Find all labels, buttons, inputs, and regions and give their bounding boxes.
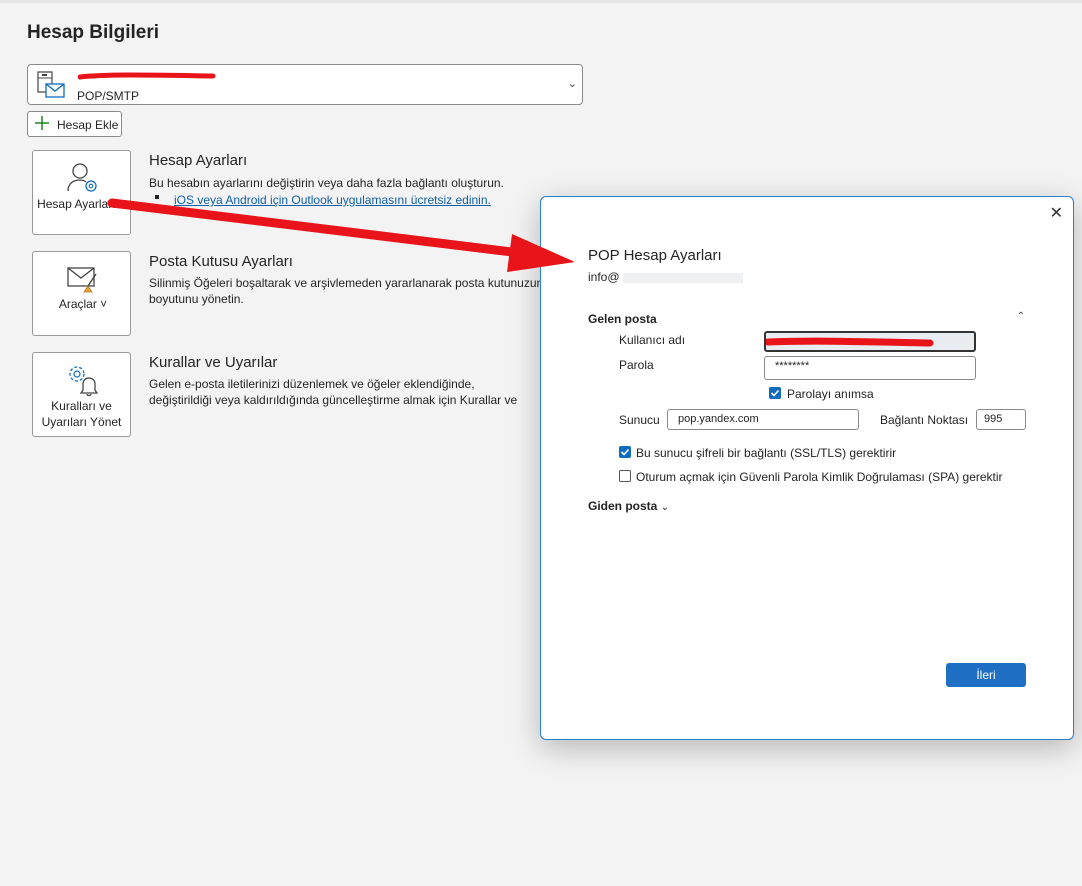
- gear-bell-icon: [69, 366, 99, 397]
- rules-alerts-title: Kurallar ve Uyarılar: [149, 354, 278, 371]
- account-name-redaction: [78, 72, 216, 80]
- rules-alerts-desc: Gelen e-posta iletilerinizi düzenlemek v…: [149, 377, 518, 407]
- port-label: Bağlantı Noktası: [880, 413, 969, 427]
- checkmark-icon: [770, 389, 780, 397]
- add-account-button[interactable]: Hesap Ekle: [27, 111, 122, 137]
- account-type: POP/SMTP: [77, 89, 140, 103]
- person-gear-icon: [67, 163, 97, 192]
- dialog-email: info@: [588, 270, 620, 284]
- pop-account-settings-dialog: ✕ POP Hesap Ayarları info@ Gelen posta ⌃…: [540, 196, 1074, 740]
- dialog-title: POP Hesap Ayarları: [588, 247, 722, 264]
- plus-icon: [35, 116, 49, 130]
- close-icon[interactable]: ✕: [1050, 203, 1063, 223]
- ssl-label: Bu sunucu şifreli bir bağlantı (SSL/TLS)…: [636, 446, 897, 460]
- checkmark-icon: [620, 448, 630, 456]
- email-blur: [623, 273, 743, 283]
- chevron-up-icon[interactable]: ⌃: [1017, 311, 1025, 322]
- username-redaction: [766, 337, 934, 347]
- mailbox-settings-title: Posta Kutusu Ayarları: [149, 253, 293, 270]
- bullet: [155, 195, 159, 199]
- account-settings-desc: Bu hesabın ayarlarını değiştirin veya da…: [149, 176, 504, 190]
- port-field[interactable]: 995: [976, 409, 1026, 430]
- tools-tile[interactable]: Araçlar ˅: [32, 251, 131, 336]
- outgoing-mail-header[interactable]: Giden posta ⌄: [588, 499, 669, 513]
- server-label: Sunucu: [619, 413, 660, 427]
- envelope-broom-icon: [67, 267, 97, 293]
- server-field[interactable]: pop.yandex.com: [667, 409, 859, 430]
- add-account-label: Hesap Ekle: [57, 118, 119, 132]
- account-card-icon: [37, 71, 65, 98]
- password-label: Parola: [619, 358, 654, 372]
- remember-password-label: Parolayı anımsa: [787, 387, 874, 401]
- username-label: Kullanıcı adı: [619, 333, 686, 347]
- mailbox-settings-desc: Silinmiş Öğeleri boşaltarak ve arşivleme…: [149, 276, 544, 306]
- next-button[interactable]: İleri: [946, 663, 1026, 687]
- chevron-down-icon: ⌄: [567, 78, 577, 90]
- account-settings-tile[interactable]: Hesap Ayarları ˅: [32, 150, 131, 235]
- chevron-down-icon: ⌄: [660, 502, 670, 513]
- remember-password-checkbox[interactable]: [769, 387, 781, 399]
- rules-alerts-tile-label: Kuralları ve Uyarıları Yönet: [41, 399, 122, 429]
- top-divider: [0, 0, 1082, 3]
- account-selector[interactable]: POP/SMTP ⌄: [27, 64, 583, 105]
- tools-tile-label: Araçlar ˅: [58, 297, 108, 311]
- account-settings-title: Hesap Ayarları: [149, 152, 248, 169]
- incoming-mail-header[interactable]: Gelen posta: [588, 312, 657, 326]
- password-field[interactable]: ********: [764, 356, 976, 380]
- outlook-mobile-link[interactable]: iOS veya Android için Outlook uygulaması…: [174, 193, 491, 207]
- outgoing-mail-label: Giden posta: [588, 499, 658, 513]
- page-title: Hesap Bilgileri: [27, 22, 159, 43]
- username-field[interactable]: [764, 331, 976, 352]
- spa-checkbox[interactable]: [619, 470, 631, 482]
- account-settings-tile-label: Hesap Ayarları ˅: [37, 197, 126, 211]
- spa-label: Oturum açmak için Güvenli Parola Kimlik …: [636, 470, 1003, 484]
- rules-alerts-tile[interactable]: Kuralları ve Uyarıları Yönet: [32, 352, 131, 437]
- ssl-checkbox[interactable]: [619, 446, 631, 458]
